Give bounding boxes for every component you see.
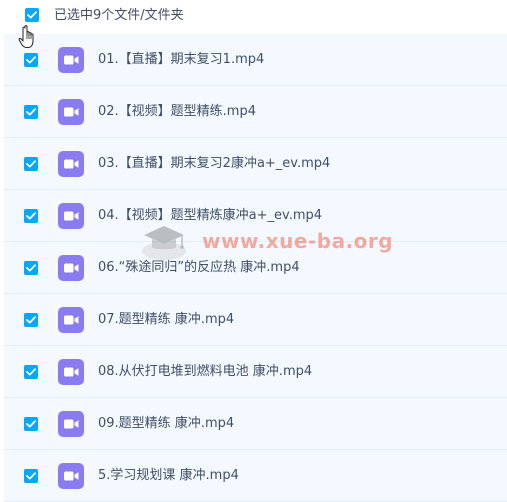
file-checkbox[interactable] [24, 313, 38, 327]
file-checkbox[interactable] [24, 209, 38, 223]
video-file-icon [58, 203, 84, 229]
checkmark-icon [27, 11, 37, 19]
file-checkbox[interactable] [24, 105, 38, 119]
checkmark-icon [26, 368, 36, 376]
file-checkbox[interactable] [24, 365, 38, 379]
file-checkbox[interactable] [24, 417, 38, 431]
file-name: 08.从伏打电堆到燃料电池 康冲.mp4 [98, 364, 313, 379]
file-checkbox[interactable] [24, 157, 38, 171]
file-name: 09.题型精练 康冲.mp4 [98, 416, 235, 431]
file-row[interactable]: 01.【直播】期末复习1.mp4 [4, 34, 507, 86]
video-file-icon [58, 151, 84, 177]
checkmark-icon [26, 316, 36, 324]
file-list: 01.【直播】期末复习1.mp4 02.【视频】题型精练.mp4 03.【直播】期末… [4, 34, 507, 502]
selection-count-text: 已选中9个文件/文件夹 [54, 8, 184, 23]
watermark: www.xue-ba.org [136, 217, 393, 265]
file-checkbox[interactable] [24, 469, 38, 483]
checkmark-icon [26, 108, 36, 116]
video-file-icon [58, 99, 84, 125]
file-checkbox[interactable] [24, 53, 38, 67]
checkmark-icon [26, 264, 36, 272]
video-file-icon [58, 307, 84, 333]
file-row[interactable]: 09.题型精练 康冲.mp4 [4, 398, 507, 450]
file-row[interactable]: 5.学习规划课 康冲.mp4 [4, 450, 507, 502]
video-file-icon [58, 255, 84, 281]
video-file-icon [58, 47, 84, 73]
graduation-cap-logo [142, 226, 186, 260]
video-file-icon [58, 359, 84, 385]
selection-header: 已选中9个文件/文件夹 [0, 0, 507, 34]
checkmark-icon [26, 420, 36, 428]
file-row[interactable]: 02.【视频】题型精练.mp4 [4, 86, 507, 138]
watermark-text: www.xue-ba.org [202, 229, 394, 253]
file-name: 02.【视频】题型精练.mp4 [98, 104, 256, 119]
file-name: 07.题型精练 康冲.mp4 [98, 312, 235, 327]
file-name: 5.学习规划课 康冲.mp4 [98, 468, 239, 483]
video-file-icon [58, 411, 84, 437]
file-name: 01.【直播】期末复习1.mp4 [98, 52, 265, 67]
hand-cursor-icon [18, 25, 34, 48]
file-row[interactable]: 07.题型精练 康冲.mp4 [4, 294, 507, 346]
checkmark-icon [26, 472, 36, 480]
select-all-checkbox[interactable] [25, 8, 39, 22]
file-row[interactable]: 03.【直播】期末复习2康冲a+_ev.mp4 [4, 138, 507, 190]
video-file-icon [58, 463, 84, 489]
file-checkbox[interactable] [24, 261, 38, 275]
checkmark-icon [26, 56, 36, 64]
file-row[interactable]: 08.从伏打电堆到燃料电池 康冲.mp4 [4, 346, 507, 398]
file-name: 03.【直播】期末复习2康冲a+_ev.mp4 [98, 156, 331, 171]
checkmark-icon [26, 160, 36, 168]
checkmark-icon [26, 212, 36, 220]
